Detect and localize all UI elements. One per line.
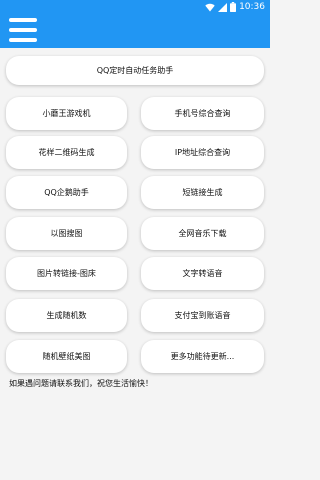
battery-icon <box>230 2 237 12</box>
qrcode-generator-button[interactable]: 花样二维码生成 <box>6 136 127 169</box>
random-number-button[interactable]: 生成随机数 <box>6 299 127 332</box>
phone-lookup-button[interactable]: 手机号综合查询 <box>141 97 264 130</box>
random-wallpaper-button[interactable]: 随机壁纸美图 <box>6 340 127 373</box>
footer-message: 如果遇问题请联系我们，祝您生活愉快！ <box>9 379 153 388</box>
signal-icon <box>218 2 228 12</box>
short-link-button[interactable]: 短链接生成 <box>141 176 264 209</box>
more-features-button[interactable]: 更多功能待更新... <box>141 340 264 373</box>
text-to-speech-button[interactable]: 文字转语音 <box>141 257 264 290</box>
wifi-icon <box>205 3 215 11</box>
app-header: 10:36 <box>0 0 270 48</box>
alipay-voice-button[interactable]: 支付宝到账语音 <box>141 299 264 332</box>
image-hosting-button[interactable]: 图片转链接-图床 <box>6 257 127 290</box>
status-icons: 10:36 <box>205 1 265 13</box>
main-content: QQ定时自动任务助手 小蘑王游戏机 手机号综合查询 花样二维码生成 IP地址综合… <box>0 48 270 480</box>
menu-bar <box>9 28 37 32</box>
status-time: 10:36 <box>239 2 265 12</box>
qq-penguin-helper-button[interactable]: QQ企鹅助手 <box>6 176 127 209</box>
menu-bar <box>9 18 37 22</box>
menu-bar <box>9 38 37 42</box>
menu-icon[interactable] <box>9 18 39 42</box>
image-search-button[interactable]: 以图搜图 <box>6 217 127 250</box>
ip-lookup-button[interactable]: IP地址综合查询 <box>141 136 264 169</box>
status-bar: 10:36 <box>0 0 270 14</box>
xiaomogu-game-button[interactable]: 小蘑王游戏机 <box>6 97 127 130</box>
music-download-button[interactable]: 全网音乐下载 <box>141 217 264 250</box>
qq-scheduled-task-button[interactable]: QQ定时自动任务助手 <box>6 56 264 85</box>
